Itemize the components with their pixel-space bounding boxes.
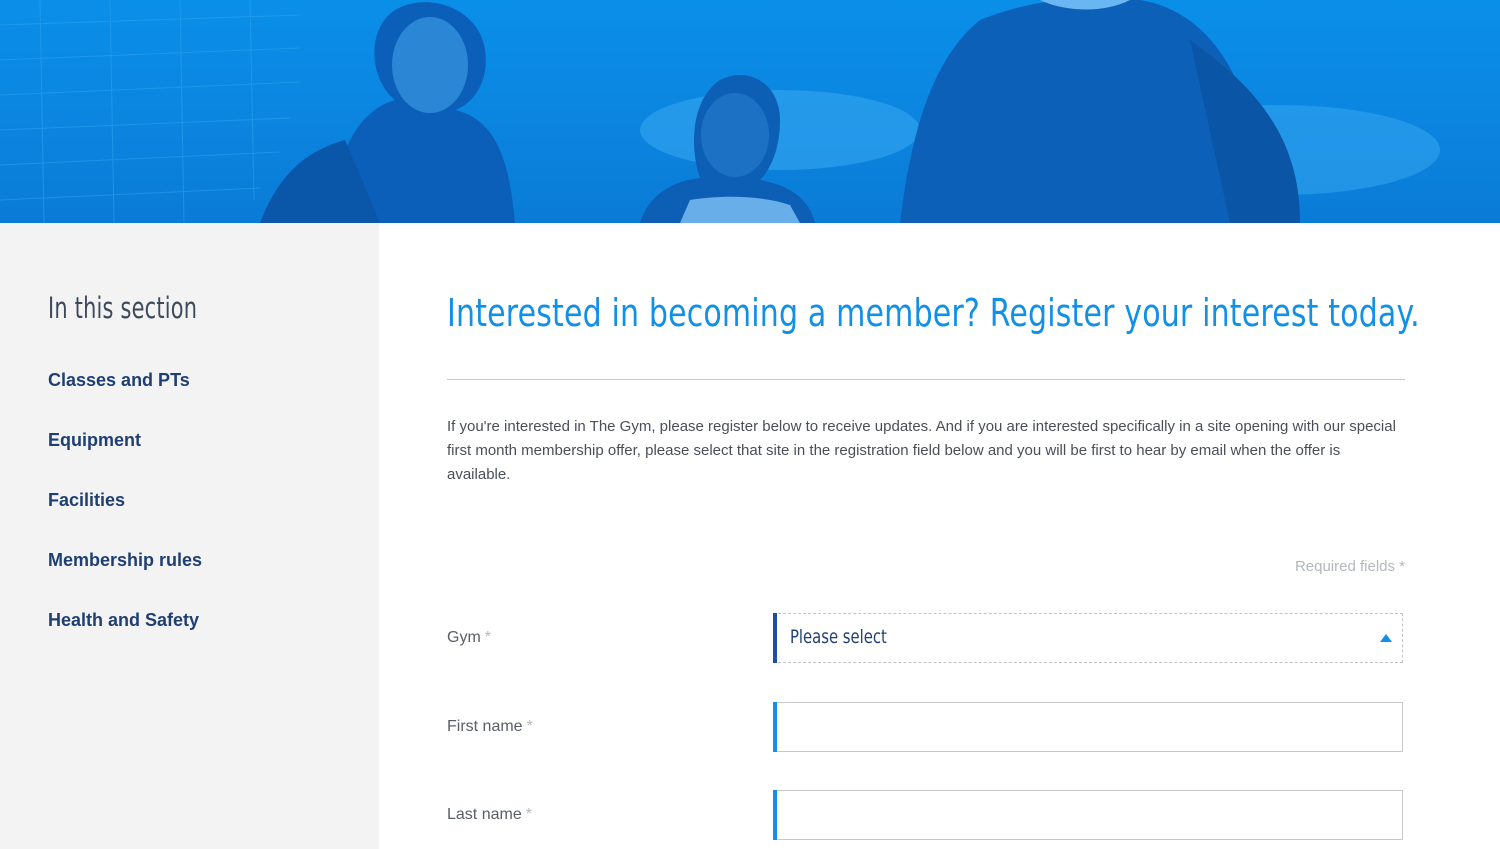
first-name-label: First name * bbox=[447, 718, 533, 736]
sidebar-link-equipment[interactable]: Equipment bbox=[48, 428, 141, 452]
intro-paragraph: If you're interested in The Gym, please … bbox=[447, 418, 1396, 483]
sidebar-item-facilities: Facilities bbox=[48, 488, 202, 548]
page-title: Interested in becoming a member? Registe… bbox=[447, 291, 1420, 335]
main-content: Interested in becoming a member? Registe… bbox=[447, 223, 1422, 849]
caret-up-icon bbox=[1380, 634, 1392, 642]
sidebar-link-health-and-safety[interactable]: Health and Safety bbox=[48, 608, 199, 632]
first-name-required-mark: * bbox=[526, 718, 533, 735]
form-row-first-name: First name * bbox=[447, 702, 1422, 754]
first-name-input[interactable] bbox=[778, 703, 1422, 751]
last-name-input[interactable] bbox=[778, 791, 1422, 839]
last-name-label: Last name * bbox=[447, 806, 532, 824]
hero-banner bbox=[0, 0, 1500, 223]
gym-select-value: Please select bbox=[790, 626, 887, 648]
first-name-label-text: First name bbox=[447, 718, 523, 735]
sidebar-item-health-and-safety: Health and Safety bbox=[48, 608, 202, 668]
hero-image bbox=[0, 0, 1440, 223]
gym-select[interactable]: Please select bbox=[773, 613, 1403, 663]
form-row-gym: Gym * Please select bbox=[447, 613, 1405, 665]
sidebar-item-membership-rules: Membership rules bbox=[48, 548, 202, 608]
last-name-label-text: Last name bbox=[447, 806, 522, 823]
gym-required-mark: * bbox=[484, 629, 492, 646]
form-row-last-name: Last name * bbox=[447, 790, 1422, 842]
sidebar: In this section Classes and PTs Equipmen… bbox=[0, 223, 379, 849]
last-name-field bbox=[773, 790, 1422, 840]
sidebar-link-classes-and-pts[interactable]: Classes and PTs bbox=[48, 368, 190, 392]
last-name-required-mark: * bbox=[525, 806, 532, 823]
divider bbox=[447, 379, 1405, 380]
gym-label: Gym * bbox=[447, 629, 491, 647]
sidebar-title: In this section bbox=[48, 291, 198, 325]
gym-label-text: Gym bbox=[447, 629, 481, 646]
sidebar-link-membership-rules[interactable]: Membership rules bbox=[48, 548, 202, 572]
sidebar-item-classes-and-pts: Classes and PTs bbox=[48, 368, 202, 428]
required-fields-note: Required fields * bbox=[1294, 558, 1405, 575]
sidebar-nav: Classes and PTs Equipment Facilities Mem… bbox=[48, 368, 202, 668]
sidebar-link-facilities[interactable]: Facilities bbox=[48, 488, 125, 512]
first-name-field bbox=[773, 702, 1422, 752]
sidebar-item-equipment: Equipment bbox=[48, 428, 202, 488]
